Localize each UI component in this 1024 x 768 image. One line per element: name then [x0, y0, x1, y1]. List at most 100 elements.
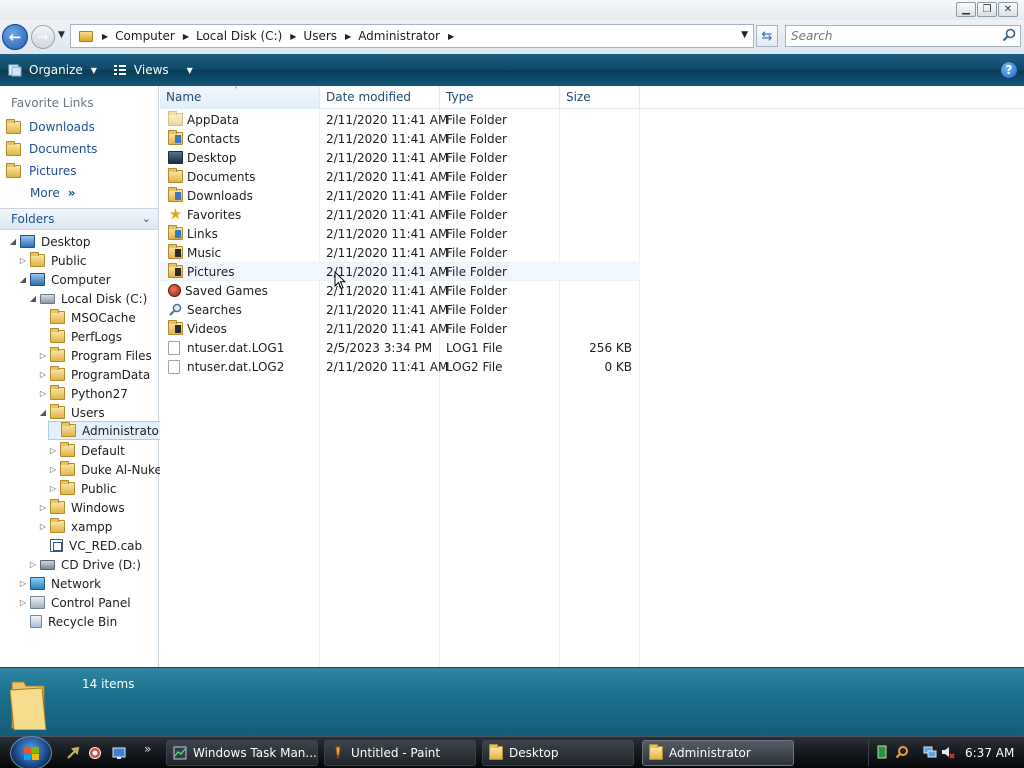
network-tray-icon[interactable]: [923, 745, 937, 759]
file-row-appdata[interactable]: AppData 2/11/2020 11:41 AM File Folder: [160, 110, 640, 129]
expanded-arrow-icon[interactable]: ◢: [38, 408, 48, 417]
more-links-button[interactable]: More »: [30, 186, 76, 200]
search-tray-icon[interactable]: [895, 745, 909, 759]
taskbar-button-task-manager[interactable]: Windows Task Man...: [166, 740, 318, 766]
breadcrumb-users[interactable]: Users: [303, 29, 337, 43]
chevron-down-icon[interactable]: ⌄: [142, 212, 151, 225]
address-dropdown-icon[interactable]: ▼: [741, 30, 748, 40]
volume-muted-icon[interactable]: [941, 745, 955, 759]
tree-item-python27[interactable]: ▷ Python27: [38, 384, 128, 403]
column-header-type[interactable]: Type: [440, 86, 560, 109]
folder-icon: [60, 461, 75, 476]
search-input[interactable]: [786, 26, 986, 46]
breadcrumb-chevron-icon[interactable]: ▶: [183, 32, 189, 41]
expanded-arrow-icon[interactable]: ◢: [18, 275, 28, 284]
forward-button[interactable]: →: [31, 25, 55, 49]
clock[interactable]: 6:37 AM: [965, 746, 1014, 760]
close-button[interactable]: ✕: [998, 2, 1018, 17]
tree-item-default[interactable]: ▷ Default: [48, 441, 125, 460]
file-row-ntuser-log2[interactable]: ntuser.dat.LOG2 2/11/2020 11:41 AM LOG2 …: [160, 357, 640, 376]
tree-item-programdata[interactable]: ▷ ProgramData: [38, 365, 150, 384]
collapsed-arrow-icon[interactable]: ▷: [38, 503, 48, 512]
tree-item-recycle-bin[interactable]: Recycle Bin: [18, 612, 117, 631]
search-icon[interactable]: [1002, 28, 1016, 42]
tree-item-administrator[interactable]: Administrator: [48, 421, 167, 440]
favorite-link-pictures[interactable]: Pictures: [6, 162, 77, 178]
start-button[interactable]: [10, 736, 52, 768]
breadcrumb-chevron-icon[interactable]: ▶: [102, 32, 108, 41]
tree-item-users[interactable]: ◢ Users: [38, 403, 105, 422]
column-header-name[interactable]: ˄ Name: [160, 86, 320, 109]
collapsed-arrow-icon[interactable]: ▷: [38, 351, 48, 360]
recent-pages-dropdown[interactable]: ▼: [58, 30, 65, 40]
views-button[interactable]: Views ▼: [105, 57, 201, 83]
show-desktop-icon[interactable]: [112, 746, 126, 760]
tree-item-vc-red-cab[interactable]: VC_RED.cab: [38, 536, 142, 555]
file-row-favorites[interactable]: ★ Favorites 2/11/2020 11:41 AM File Folde…: [160, 205, 640, 224]
collapsed-arrow-icon[interactable]: ▷: [38, 370, 48, 379]
collapsed-arrow-icon[interactable]: ▷: [48, 484, 58, 493]
organize-button[interactable]: Organize ▼: [0, 57, 105, 83]
collapsed-arrow-icon[interactable]: ▷: [18, 579, 28, 588]
column-header-date-modified[interactable]: Date modified: [320, 86, 440, 109]
collapsed-arrow-icon[interactable]: ▷: [18, 598, 28, 607]
breadcrumb-local-disk[interactable]: Local Disk (C:): [196, 29, 282, 43]
column-header-size[interactable]: Size: [560, 86, 640, 109]
refresh-button[interactable]: ⇆: [756, 25, 778, 47]
collapsed-arrow-icon[interactable]: ▷: [28, 560, 38, 569]
tree-item-public-user[interactable]: ▷ Public: [48, 479, 117, 498]
chevron-down-icon[interactable]: ▼: [187, 66, 193, 75]
quick-launch-overflow-icon[interactable]: »: [144, 742, 151, 756]
file-row-links[interactable]: Links 2/11/2020 11:41 AM File Folder: [160, 224, 640, 243]
back-button[interactable]: ←: [2, 24, 28, 50]
tree-item-network[interactable]: ▷ Network: [18, 574, 101, 593]
breadcrumb-administrator[interactable]: Administrator: [358, 29, 440, 43]
file-row-music[interactable]: Music 2/11/2020 11:41 AM File Folder: [160, 243, 640, 262]
file-row-pictures[interactable]: Pictures 2/11/2020 11:41 AM File Folder: [160, 262, 640, 281]
minimize-button[interactable]: ▁: [956, 2, 976, 17]
breadcrumb-chevron-icon[interactable]: ▶: [448, 32, 454, 41]
collapsed-arrow-icon[interactable]: ▷: [18, 256, 28, 265]
favorite-link-downloads[interactable]: Downloads: [6, 118, 95, 134]
collapsed-arrow-icon[interactable]: ▷: [38, 522, 48, 531]
file-row-documents[interactable]: Documents 2/11/2020 11:41 AM File Folder: [160, 167, 640, 186]
expanded-arrow-icon[interactable]: ◢: [8, 237, 18, 246]
tree-item-control-panel[interactable]: ▷ Control Panel: [18, 593, 131, 612]
tree-item-duke-al-nuke[interactable]: ▷ Duke Al-Nuke: [48, 460, 162, 479]
file-row-videos[interactable]: Videos 2/11/2020 11:41 AM File Folder: [160, 319, 640, 338]
tools-quick-launch-icon[interactable]: [66, 746, 80, 760]
collapsed-arrow-icon[interactable]: ▷: [48, 446, 58, 455]
breadcrumb-chevron-icon[interactable]: ▶: [290, 32, 296, 41]
breadcrumb-computer[interactable]: Computer: [115, 29, 175, 43]
expanded-arrow-icon[interactable]: ◢: [28, 294, 38, 303]
help-button[interactable]: ?: [1000, 61, 1018, 79]
file-row-searches[interactable]: Searches 2/11/2020 11:41 AM File Folder: [160, 300, 640, 319]
collapsed-arrow-icon[interactable]: ▷: [48, 465, 58, 474]
tree-item-msocache[interactable]: MSOCache: [38, 308, 136, 327]
folders-header[interactable]: Folders ⌄: [0, 208, 158, 230]
file-row-desktop[interactable]: Desktop 2/11/2020 11:41 AM File Folder: [160, 148, 640, 167]
tree-item-local-disk[interactable]: ◢ Local Disk (C:): [28, 289, 147, 308]
favorite-link-documents[interactable]: Documents: [6, 140, 97, 156]
file-row-saved-games[interactable]: Saved Games 2/11/2020 11:41 AM File Fold…: [160, 281, 640, 300]
collapsed-arrow-icon[interactable]: ▷: [38, 389, 48, 398]
tree-item-windows[interactable]: ▷ Windows: [38, 498, 125, 517]
tree-item-perflogs[interactable]: PerfLogs: [38, 327, 122, 346]
battery-meter-icon[interactable]: [875, 745, 889, 759]
taskbar-button-paint[interactable]: Untitled - Paint: [324, 740, 476, 766]
tree-item-cd-drive[interactable]: ▷ CD Drive (D:): [28, 555, 141, 574]
file-row-ntuser-log1[interactable]: ntuser.dat.LOG1 2/5/2023 3:34 PM LOG1 Fi…: [160, 338, 640, 357]
tree-item-public[interactable]: ▷ Public: [18, 251, 87, 270]
file-row-contacts[interactable]: Contacts 2/11/2020 11:41 AM File Folder: [160, 129, 640, 148]
taskbar-button-desktop[interactable]: Desktop: [482, 740, 634, 766]
file-row-downloads[interactable]: Downloads 2/11/2020 11:41 AM File Folder: [160, 186, 640, 205]
tree-item-xampp[interactable]: ▷ xampp: [38, 517, 112, 536]
taskbar-button-administrator[interactable]: Administrator: [642, 740, 794, 766]
maximize-button[interactable]: ❐: [977, 2, 997, 17]
tree-item-program-files[interactable]: ▷ Program Files: [38, 346, 152, 365]
breadcrumb-chevron-icon[interactable]: ▶: [345, 32, 351, 41]
address-bar[interactable]: ▶ Computer ▶ Local Disk (C:) ▶ Users ▶ A…: [70, 24, 754, 48]
browser-quick-launch-icon[interactable]: [88, 746, 102, 760]
tree-item-computer[interactable]: ◢ Computer: [18, 270, 111, 289]
tree-item-desktop[interactable]: ◢ Desktop: [8, 232, 91, 251]
